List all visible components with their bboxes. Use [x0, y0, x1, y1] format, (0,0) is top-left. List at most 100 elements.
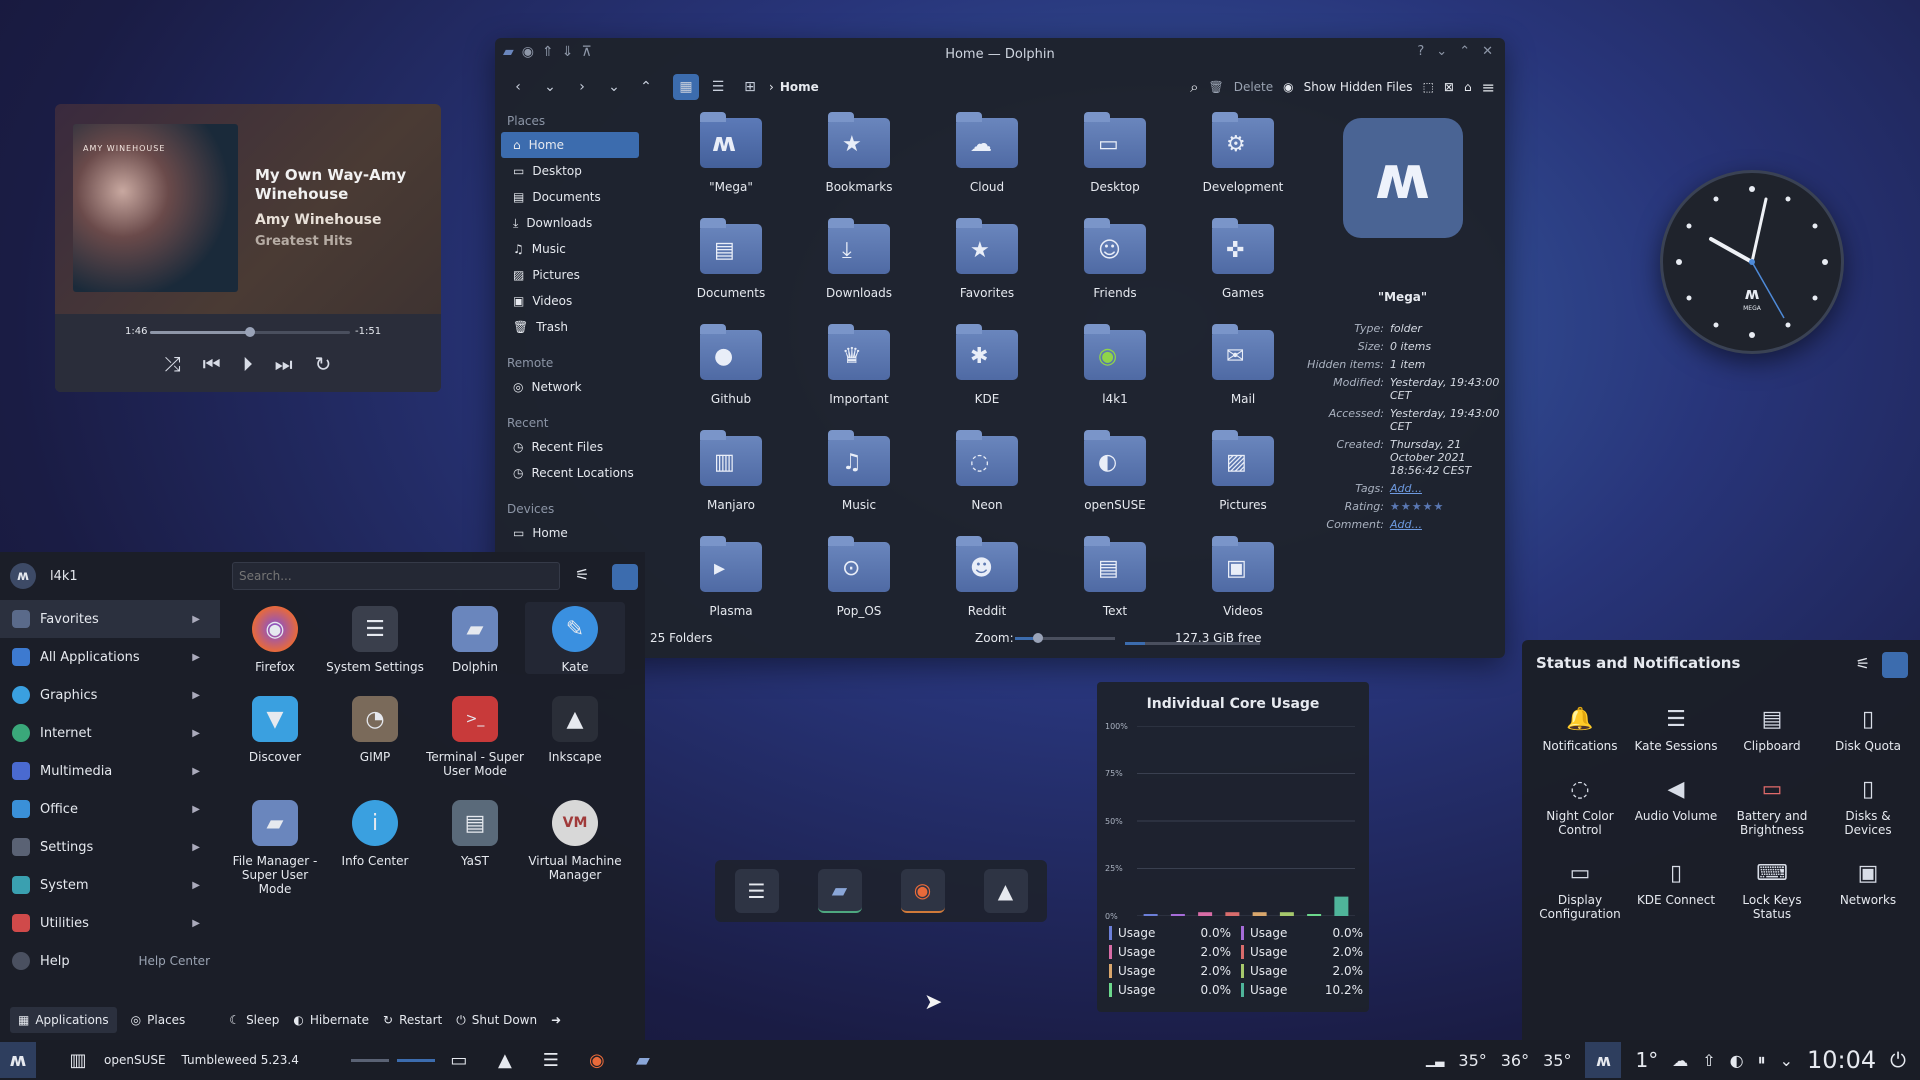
places-item-network[interactable]: ◎ Network — [501, 374, 639, 400]
category-internet[interactable]: Internet ▶ — [0, 714, 220, 752]
folder-item[interactable]: ▤ Documents — [667, 218, 795, 300]
folder-item[interactable]: ▣ Videos — [1179, 536, 1307, 618]
seek-bar[interactable] — [150, 327, 350, 337]
category-favorites[interactable]: Favorites ▶ — [0, 600, 220, 638]
app-file-manager-super-user[interactable]: ▰ File Manager - Super User Mode — [225, 796, 325, 896]
configure-icon[interactable]: ⚟ — [1856, 654, 1870, 673]
folder-item[interactable]: ▤ Text — [1051, 536, 1179, 618]
home-icon[interactable]: ⌂ — [1464, 80, 1472, 94]
delete-button[interactable]: Delete — [1234, 80, 1273, 94]
folder-item[interactable]: ▨ Pictures — [1179, 430, 1307, 512]
app-yast[interactable]: ▤ YaST — [425, 796, 525, 896]
search-input[interactable] — [232, 562, 560, 590]
places-item-device-home[interactable]: ▭ Home — [501, 520, 639, 546]
pin-panel-icon[interactable] — [1882, 652, 1908, 678]
category-graphics[interactable]: Graphics ▶ — [0, 676, 220, 714]
seek-handle[interactable] — [245, 327, 255, 337]
category-utilities[interactable]: Utilities ▶ — [0, 904, 220, 942]
folder-item[interactable]: ☁ Cloud — [923, 112, 1051, 194]
tray-clipboard[interactable]: ▤ Clipboard — [1724, 705, 1820, 753]
repeat-icon[interactable]: ↻ — [315, 352, 332, 376]
folder-item[interactable]: ◐ openSUSE — [1051, 430, 1179, 512]
sleep-button[interactable]: ☾ Sleep — [229, 1013, 279, 1027]
places-item-home[interactable]: ⌂ Home — [501, 132, 639, 158]
rating-stars[interactable]: ★★★★★ — [1390, 500, 1500, 513]
app-virtual-machine-manager[interactable]: VM Virtual Machine Manager — [525, 796, 625, 896]
tray-night-color[interactable]: ◌ Night Color Control — [1532, 775, 1628, 837]
search-icon[interactable]: ⌕ — [1190, 78, 1198, 96]
applications-tab[interactable]: ▦ Applications — [10, 1007, 117, 1033]
previous-icon[interactable]: ⏮ — [203, 352, 221, 376]
task-system-settings-icon[interactable]: ☰ — [533, 1042, 569, 1078]
keep-above-icon[interactable]: ⇑ — [542, 44, 554, 60]
cloud-icon[interactable]: ☁ — [1672, 1051, 1688, 1070]
breadcrumb[interactable]: Home — [780, 80, 819, 94]
shuffle-icon[interactable]: ⤮ — [165, 352, 181, 376]
night-color-icon[interactable]: ◐ — [1730, 1051, 1744, 1070]
app-dolphin[interactable]: ▰ Dolphin — [425, 602, 525, 674]
task-firefox-icon[interactable]: ◉ — [579, 1042, 615, 1078]
play-icon[interactable]: ⏵ — [243, 352, 253, 376]
app-info-center[interactable]: i Info Center — [325, 796, 425, 896]
hibernate-button[interactable]: ◐ Hibernate — [293, 1013, 369, 1027]
tags-add-link[interactable]: Add... — [1390, 482, 1500, 495]
category-settings[interactable]: Settings ▶ — [0, 828, 220, 866]
folder-item[interactable]: ⤓ Downloads — [795, 218, 923, 300]
tray-battery-brightness[interactable]: ▭ Battery and Brightness — [1724, 775, 1820, 837]
maximize-icon[interactable]: ⌃ — [1459, 44, 1470, 59]
tray-expand-icon[interactable]: ⌄ — [1780, 1051, 1793, 1070]
media-pause-icon[interactable]: ⏸ — [1758, 1050, 1766, 1070]
places-item-videos[interactable]: ▣ Videos — [501, 288, 639, 314]
shade-icon[interactable]: ⊼ — [581, 44, 591, 60]
pager-icon[interactable]: ▥ — [60, 1042, 96, 1078]
tray-networks[interactable]: ▣ Networks — [1820, 859, 1916, 921]
forward-history-button[interactable]: ⌄ — [601, 74, 627, 100]
restart-button[interactable]: ↻ Restart — [383, 1013, 442, 1027]
category-all-applications[interactable]: All Applications ▶ — [0, 638, 220, 676]
task-dolphin-icon[interactable]: ▰ — [625, 1042, 661, 1078]
app-inkscape[interactable]: ▲ Inkscape — [525, 692, 625, 778]
select-all-icon[interactable]: ⬚ — [1423, 80, 1434, 94]
tray-kde-connect[interactable]: ▯ KDE Connect — [1628, 859, 1724, 921]
back-history-button[interactable]: ⌄ — [537, 74, 563, 100]
folder-item[interactable]: ▭ Desktop — [1051, 112, 1179, 194]
tray-disk-quota[interactable]: ▯ Disk Quota — [1820, 705, 1916, 753]
folder-item[interactable]: ✉ Mail — [1179, 324, 1307, 406]
task-inkscape-icon[interactable]: ▲ — [487, 1042, 523, 1078]
folder-item[interactable]: ✜ Games — [1179, 218, 1307, 300]
folder-item[interactable]: ◉ l4k1 — [1051, 324, 1179, 406]
folder-item[interactable]: ⊙ Pop_OS — [795, 536, 923, 618]
category-multimedia[interactable]: Multimedia ▶ — [0, 752, 220, 790]
clock-time[interactable]: 10:04 — [1807, 1046, 1876, 1074]
back-button[interactable]: ‹ — [505, 74, 531, 100]
tray-display-configuration[interactable]: ▭ Display Configuration — [1532, 859, 1628, 921]
close-icon[interactable]: ✕ — [1482, 44, 1493, 59]
places-item-downloads[interactable]: ⤓ Downloads — [501, 210, 639, 236]
folder-item[interactable]: ♫ Music — [795, 430, 923, 512]
app-terminal-super-user[interactable]: >_ Terminal - Super User Mode — [425, 692, 525, 778]
app-discover[interactable]: ▼ Discover — [225, 692, 325, 778]
tray-audio-volume[interactable]: ◀ Audio Volume — [1628, 775, 1724, 837]
folder-item[interactable]: ☺ Friends — [1051, 218, 1179, 300]
zoom-slider[interactable] — [1015, 633, 1115, 643]
comment-add-link[interactable]: Add... — [1390, 518, 1500, 531]
dock-inkscape-icon[interactable]: ▲ — [983, 869, 1028, 913]
keep-below-icon[interactable]: ⇓ — [562, 44, 574, 60]
tray-kate-sessions[interactable]: ☰ Kate Sessions — [1628, 705, 1724, 753]
update-icon[interactable]: ⇧ — [1702, 1051, 1715, 1070]
tray-notifications[interactable]: 🔔 Notifications — [1532, 705, 1628, 753]
help-icon[interactable]: ? — [1417, 44, 1424, 59]
folder-item[interactable]: ★ Bookmarks — [795, 112, 923, 194]
folder-item[interactable]: ◌ Neon — [923, 430, 1051, 512]
up-button[interactable]: ⌃ — [633, 74, 659, 100]
pin-launcher-icon[interactable] — [612, 564, 638, 590]
folder-item[interactable]: ● Github — [667, 324, 795, 406]
icons-view-button[interactable]: ▦ — [673, 74, 699, 100]
folder-item[interactable]: ʍ "Mega" — [667, 112, 795, 194]
places-item-recent-files[interactable]: ◷ Recent Files — [501, 434, 639, 460]
details-view-button[interactable]: ☰ — [705, 74, 731, 100]
split-view-button[interactable]: ⊞ — [737, 74, 763, 100]
app-firefox[interactable]: ◉ Firefox — [225, 602, 325, 674]
invert-selection-icon[interactable]: ⊠ — [1444, 80, 1454, 94]
folder-item[interactable]: ▸ Plasma — [667, 536, 795, 618]
